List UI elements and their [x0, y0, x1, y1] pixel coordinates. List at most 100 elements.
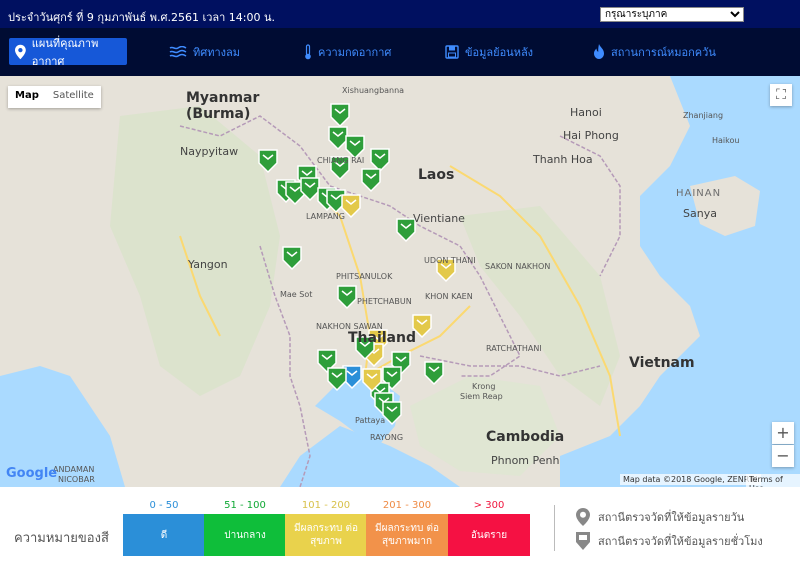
legend-level: มีผลกระทบ ต่อสุขภาพ	[285, 514, 367, 556]
legend-range: 0 - 50	[149, 500, 179, 511]
legend-key-hourly: สถานีตรวจวัดที่ให้ข้อมูลรายชั่วโมง	[576, 532, 763, 550]
map-label-phitsanulok: PHITSANULOK	[336, 272, 393, 281]
wind-icon	[169, 45, 187, 57]
map-label-udonthani: UDON THANI	[424, 256, 476, 265]
legend-key-daily-label: สถานีตรวจวัดที่ให้ข้อมูลรายวัน	[598, 511, 745, 524]
map-area[interactable]: Myanmar (Burma) Laos Thailand Vietnam Ca…	[0, 76, 800, 487]
zoom-out-button[interactable]: −	[772, 445, 794, 467]
nav-label: แผนที่คุณภาพอากาศ	[31, 36, 99, 68]
station-marker-shape	[382, 401, 402, 426]
nav-label: ข้อมูลย้อนหลัง	[465, 45, 534, 59]
nav-wind-direction[interactable]: ทิศทางลม	[169, 38, 240, 65]
nav-label: สถานการณ์หมอกควัน	[611, 45, 716, 59]
station-marker[interactable]	[328, 126, 348, 151]
fullscreen-button[interactable]: ⛶	[770, 84, 792, 106]
nav-air-pressure[interactable]: ความกดอากาศ	[304, 38, 391, 65]
map-label-haiphong: Hai Phong	[563, 129, 619, 142]
map-label-zhanjiang: Zhanjiang	[683, 111, 724, 120]
station-marker-shape	[337, 285, 357, 310]
map-label-yangon: Yangon	[188, 258, 228, 271]
station-marker[interactable]	[370, 148, 390, 173]
legend-range: 51 - 100	[224, 500, 266, 511]
map-label-vientiane: Vientiane	[413, 212, 465, 225]
nav-label: ความกดอากาศ	[318, 45, 392, 59]
map-label-nicobar: NICOBAR	[58, 475, 95, 484]
legend-key-hourly-label: สถานีตรวจวัดที่ให้ข้อมูลรายชั่วโมง	[598, 535, 763, 548]
map-label-sanya: Sanya	[683, 207, 717, 220]
legend-level: ดี	[123, 514, 205, 556]
map-label-pattaya: Pattaya	[355, 416, 386, 425]
map-label-vietnam: Vietnam	[629, 355, 695, 371]
station-marker[interactable]	[282, 246, 302, 271]
station-marker-shape	[330, 103, 350, 128]
station-marker[interactable]	[361, 168, 381, 193]
nav-label: ทิศทางลม	[193, 45, 241, 59]
daily-station-marker-icon	[576, 508, 590, 526]
station-marker-shape	[300, 177, 320, 202]
map-label-siemreap: Siem Reap	[460, 392, 503, 401]
station-marker-shape	[282, 246, 302, 271]
map-label-chiangrai: CHIANG RAI	[317, 156, 365, 165]
legend-key-daily: สถานีตรวจวัดที่ให้ข้อมูลรายวัน	[576, 508, 744, 526]
legend-range: > 300	[473, 500, 505, 511]
map-label-nakhonsawan: NAKHON SAWAN	[316, 322, 383, 331]
map-label-rayong: RAYONG	[370, 433, 404, 442]
top-bar: ประจำวันศุกร์ ที่ 9 กุมภาพันธ์ พ.ศ.2561 …	[0, 0, 800, 28]
thermometer-icon	[305, 43, 311, 59]
map-label-hainan: HAINAN	[676, 188, 722, 199]
legend-divider	[554, 505, 555, 551]
station-marker[interactable]	[337, 285, 357, 310]
station-marker-shape	[327, 367, 347, 392]
map-label-maesot: Mae Sot	[280, 290, 313, 299]
map-label-naypyitaw: Naypyitaw	[180, 145, 239, 158]
region-select[interactable]: กรุณาระบุภาค	[600, 7, 744, 22]
map-label-cambodia: Cambodia	[486, 429, 565, 445]
station-marker-shape	[345, 135, 365, 160]
station-marker-shape	[328, 126, 348, 151]
map-label-burma: (Burma)	[186, 106, 251, 122]
floppy-disk-icon	[445, 44, 459, 59]
nav-haze-situation[interactable]: สถานการณ์หมอกควัน	[593, 38, 716, 65]
station-marker-shape	[361, 168, 381, 193]
hourly-station-marker-icon	[576, 532, 590, 550]
legend-level: อันตราย	[448, 514, 530, 556]
map-label-ratchathani: RATCHATHANI	[486, 344, 542, 353]
legend-range: 201 - 300	[382, 500, 432, 511]
date-text: ประจำวันศุกร์ ที่ 9 กุมภาพันธ์ พ.ศ.2561 …	[8, 11, 276, 24]
map-label-krong: Krong	[472, 382, 496, 391]
legend-level: ปานกลาง	[204, 514, 286, 556]
map-label-thailand: Thailand	[348, 330, 416, 346]
map-label-sakonnakhon: SAKON NAKHON	[485, 262, 551, 271]
station-marker[interactable]	[345, 135, 365, 160]
legend-panel: ความหมายของสี 0 - 50 ดี 51 - 100 ปานกลาง 101…	[0, 487, 800, 565]
legend-level: มีผลกระทบ ต่อสุขภาพมาก	[366, 514, 448, 556]
station-marker[interactable]	[330, 103, 350, 128]
map-label-thanhhoa: Thanh Hoa	[533, 153, 593, 166]
legend-range: 101 - 200	[301, 500, 351, 511]
station-marker[interactable]	[300, 177, 320, 202]
google-logo: Google	[6, 466, 58, 481]
map-label-phnompenh: Phnom Penh	[491, 454, 560, 467]
station-marker-shape	[424, 361, 444, 386]
nav-air-quality-map[interactable]: แผนที่คุณภาพอากาศ	[9, 37, 127, 68]
map-label-xishuangbanna: Xishuangbanna	[342, 86, 405, 95]
map-attribution: Map data ©2018 Google, ZENRIN	[620, 474, 761, 485]
flame-icon	[594, 44, 604, 59]
zoom-in-button[interactable]: +	[772, 422, 794, 444]
map-type-control[interactable]: Map Satellite	[8, 86, 101, 108]
map-label-phetchabun: PHETCHABUN	[357, 297, 412, 306]
nav-historical-data[interactable]: ข้อมูลย้อนหลัง	[445, 38, 533, 65]
map-type-satellite-button[interactable]: Satellite	[46, 86, 101, 108]
station-marker[interactable]	[327, 367, 347, 392]
stations-layer[interactable]	[0, 76, 800, 487]
station-marker[interactable]	[424, 361, 444, 386]
station-marker[interactable]	[382, 401, 402, 426]
map-label-laos: Laos	[418, 167, 455, 183]
station-marker-shape	[370, 148, 390, 173]
station-marker[interactable]	[258, 149, 278, 174]
map-type-map-button[interactable]: Map	[8, 86, 46, 108]
legend-title: ความหมายของสี	[14, 531, 109, 546]
map-label-hanoi: Hanoi	[570, 106, 602, 119]
terms-of-use-link[interactable]: Terms of Use	[746, 474, 800, 487]
map-label-khonkaen: KHON KAEN	[425, 292, 473, 301]
